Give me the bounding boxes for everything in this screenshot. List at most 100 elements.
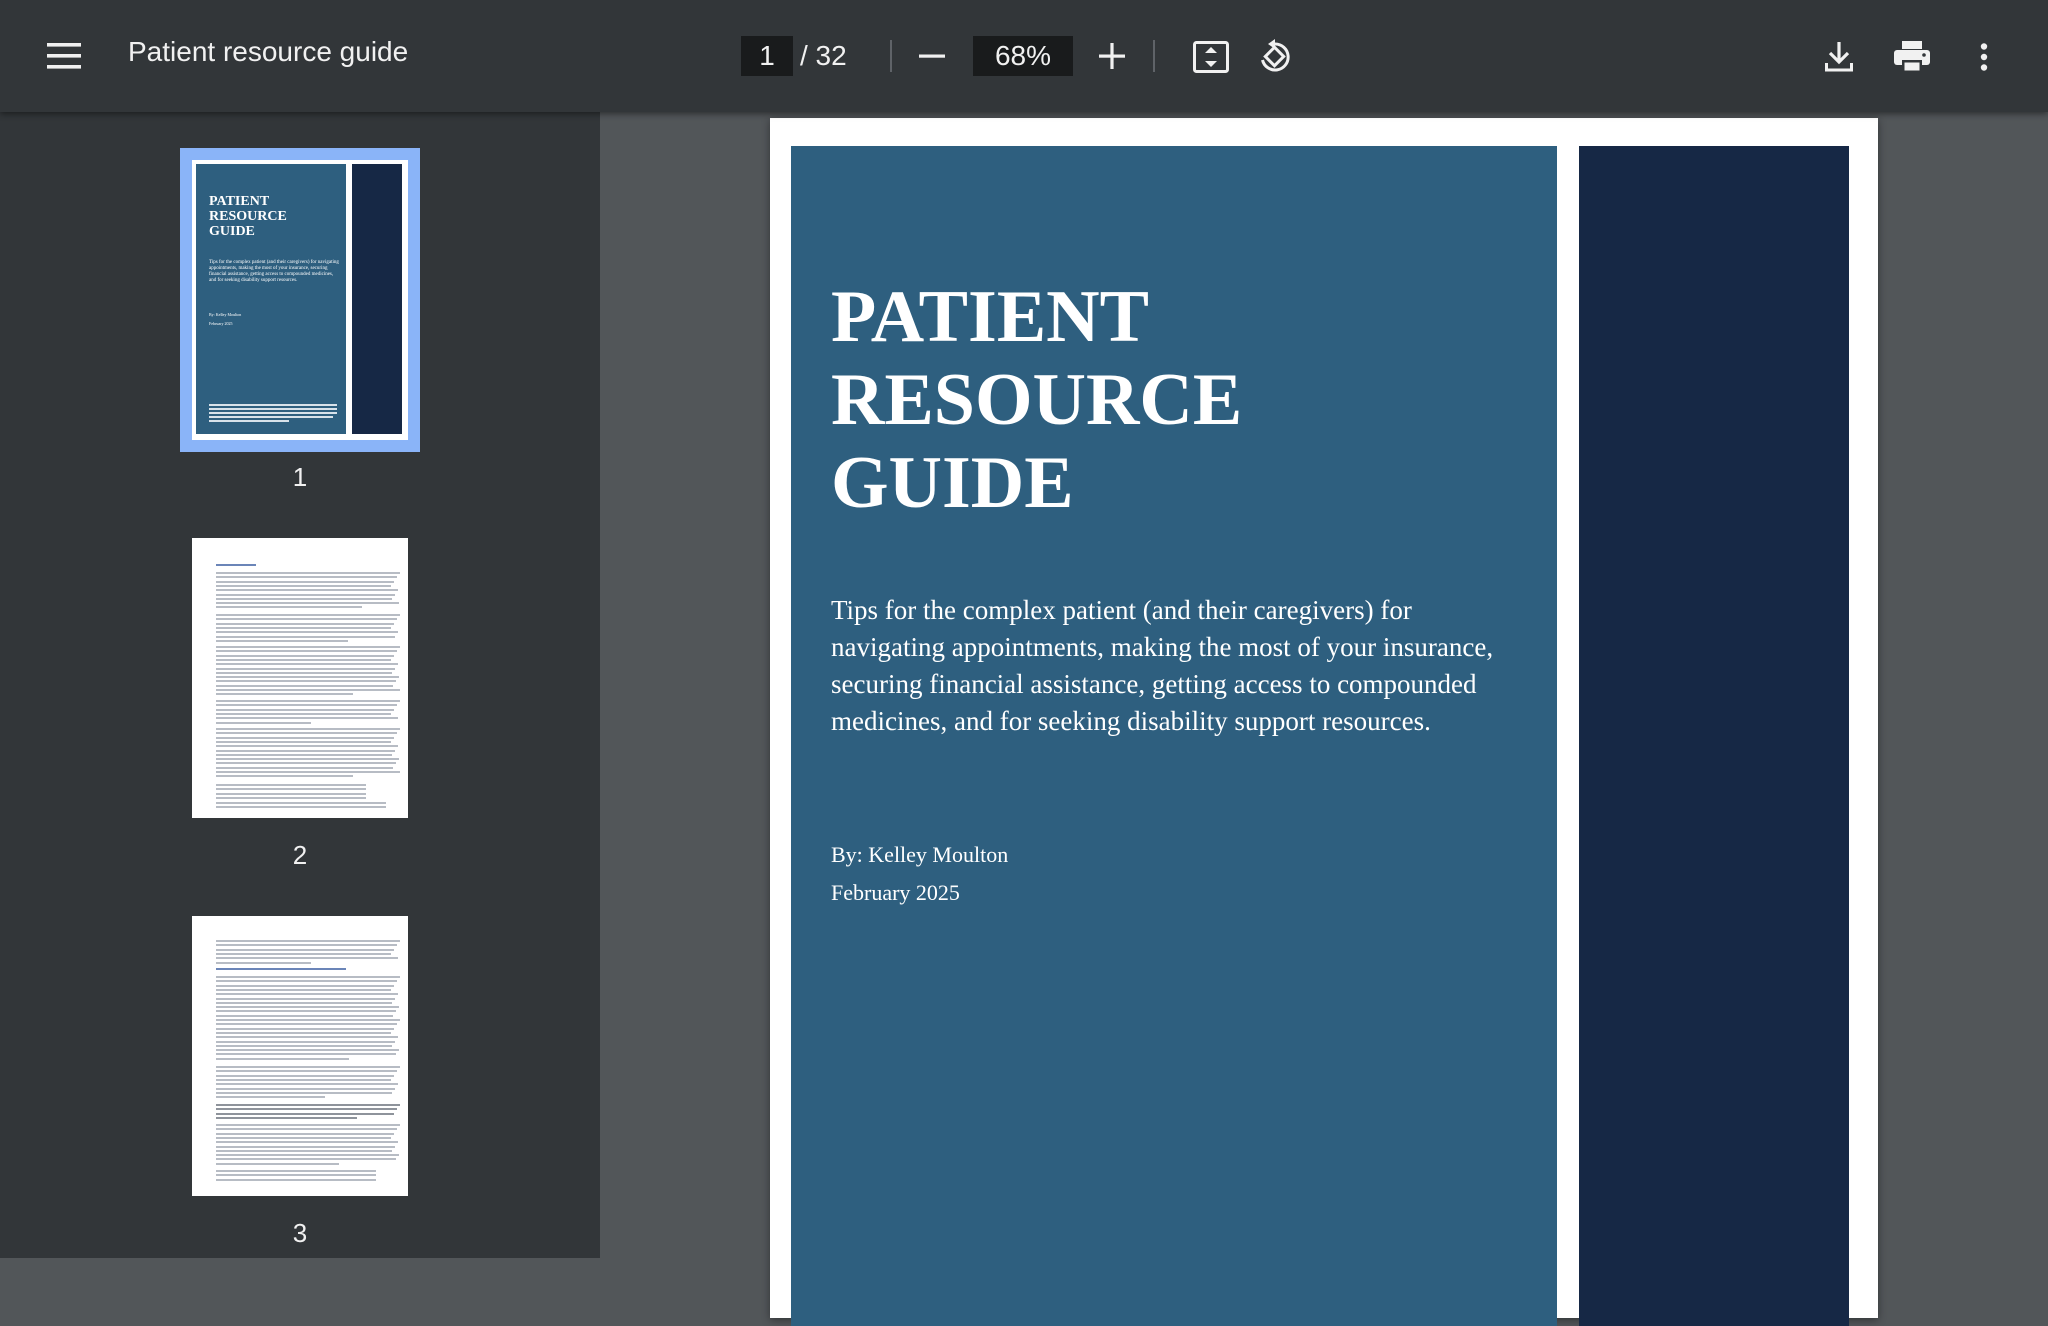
- thumbnail-text-line: [216, 684, 393, 687]
- total-pages: / 32: [800, 40, 847, 71]
- thumbnail-text-line: [216, 1027, 394, 1030]
- thumbnail-text-line: [216, 693, 353, 696]
- print-button[interactable]: [1888, 34, 1936, 80]
- thumbnail-page-number: 2: [292, 840, 308, 870]
- thumbnail-text-line: [216, 667, 395, 670]
- page-number-input[interactable]: [741, 36, 793, 76]
- fit-to-page-button[interactable]: [1188, 34, 1234, 80]
- more-actions-button[interactable]: [1966, 34, 2002, 80]
- thumbnail-text-line: [216, 806, 386, 809]
- thumbnail-text-line: [216, 1006, 399, 1009]
- thumbnail-text-line: [216, 1044, 392, 1047]
- toolbar-divider: [890, 40, 892, 72]
- thumbnail-text-line: [216, 968, 346, 970]
- download-button[interactable]: [1816, 34, 1862, 80]
- cover-side-panel: [1579, 146, 1849, 1326]
- cover-author: By: Kelley Moulton: [831, 842, 1009, 867]
- thumbnail-text-line: [216, 597, 392, 600]
- thumbnail-text-line: [216, 1023, 397, 1026]
- menu-icon: [47, 43, 81, 69]
- more-vert-icon: [1980, 43, 1988, 71]
- thumbnail-text-line: [216, 1154, 399, 1157]
- minus-icon: [919, 54, 945, 58]
- document-viewer[interactable]: PATIENT RESOURCE GUIDE Tips for the comp…: [600, 112, 2048, 1326]
- thumbnail-text-line: [216, 988, 391, 991]
- thumbnail-text-line: [216, 708, 394, 711]
- thumbnail-text-line: [216, 745, 398, 748]
- thumbnail-text-line: [216, 1128, 397, 1131]
- thumbnail-text-line: [216, 1112, 394, 1115]
- thumbnail-text-line: [216, 658, 391, 661]
- print-icon: [1894, 41, 1930, 73]
- thumbnail-text-line: [216, 758, 399, 761]
- zoom-level-input[interactable]: 68%: [973, 36, 1073, 76]
- thumbnail-text-line: [216, 980, 397, 983]
- thumbnail-text-line: [216, 976, 400, 978]
- thumbnail-text-line: [216, 1066, 400, 1068]
- thumbnail-text-line: [216, 1040, 395, 1043]
- thumbnail-text-line: [216, 1178, 376, 1181]
- thumbnail-text-line: [216, 1087, 395, 1090]
- thumbnail-text-line: [216, 721, 311, 724]
- thumbnail-text-line: [216, 712, 391, 715]
- zoom-in-button[interactable]: [1092, 36, 1132, 76]
- thumbnail-text-line: [216, 606, 362, 609]
- thumbnail-text-line: [216, 689, 400, 691]
- thumbnail-page-1[interactable]: PATIENT RESOURCE GUIDE Tips for the comp…: [180, 148, 420, 452]
- thumbnail-text-line: [216, 944, 397, 947]
- thumbnail-text-line: [216, 626, 391, 629]
- thumbnail-image: [192, 538, 408, 818]
- thumbnail-text-line: [216, 1019, 400, 1021]
- cover-title-line: PATIENT: [831, 276, 1149, 358]
- thumbnail-text-line: [216, 728, 400, 730]
- thumbnail-text-line: [216, 602, 399, 605]
- thumbnail-text-line: [216, 1141, 398, 1144]
- menu-button[interactable]: [40, 34, 88, 78]
- thumbnail-cover-subtitle: Tips for the complex patient (and their …: [209, 260, 339, 283]
- thumbnail-text-line: [216, 1078, 391, 1081]
- download-icon: [1825, 42, 1853, 72]
- thumbnail-text-line: [216, 1070, 397, 1073]
- thumbnail-text-line: [216, 762, 396, 765]
- thumbnail-text-line: [216, 749, 395, 752]
- pdf-toolbar: Patient resource guide / 32 68%: [0, 0, 2048, 112]
- thumbnail-text-line: [216, 1108, 397, 1111]
- thumbnail-text-line: [216, 766, 393, 769]
- thumbnail-page-2[interactable]: [192, 538, 408, 818]
- thumbnail-cover-title: PATIENT RESOURCE GUIDE: [209, 194, 287, 239]
- plus-icon: [1099, 43, 1125, 69]
- thumbnail-page-3[interactable]: [192, 916, 408, 1196]
- cover-title-line: RESOURCE: [831, 359, 1243, 441]
- thumbnail-text-line: [216, 576, 397, 579]
- thumbnail-text-line: [216, 1091, 392, 1094]
- thumbnail-text-line: [216, 580, 394, 583]
- toolbar-divider: [1153, 40, 1155, 72]
- thumbnail-text-line: [216, 1074, 394, 1077]
- thumbnail-text-line: [216, 1149, 392, 1152]
- thumbnail-text-line: [216, 802, 386, 804]
- thumbnail-text-line: [216, 584, 391, 587]
- thumbnail-cover-panel: PATIENT RESOURCE GUIDE Tips for the comp…: [196, 164, 346, 434]
- thumbnail-sidebar: PATIENT RESOURCE GUIDE Tips for the comp…: [0, 112, 600, 1258]
- cover-subtitle: Tips for the complex patient (and their …: [831, 595, 1494, 736]
- thumbnail-image: [192, 916, 408, 1196]
- thumbnail-text-line: [216, 961, 311, 964]
- rotate-button[interactable]: [1252, 34, 1298, 80]
- thumbnail-text-line: [216, 1145, 395, 1148]
- thumbnail-text-line: [216, 593, 395, 596]
- thumbnail-text-line: [216, 717, 398, 720]
- thumbnail-text-line: [216, 700, 400, 702]
- thumbnail-text-line: [216, 1116, 357, 1119]
- thumbnail-text-line: [216, 704, 397, 707]
- thumbnail-text-line: [216, 732, 397, 735]
- thumbnail-cover-byline: By: Kelley Moulton February 2025: [209, 312, 242, 326]
- thumbnail-text-line: [216, 680, 396, 683]
- zoom-out-button[interactable]: [912, 36, 952, 76]
- thumbnail-text-line: [216, 1136, 391, 1139]
- cover-title: PATIENT RESOURCE GUIDE: [831, 276, 1242, 525]
- thumbnail-text-line: [216, 1170, 376, 1172]
- thumbnail-text-line: [216, 796, 366, 799]
- thumbnail-text-line: [216, 1053, 396, 1056]
- rotate-icon: [1261, 39, 1290, 72]
- thumbnail-text-line: [216, 792, 366, 795]
